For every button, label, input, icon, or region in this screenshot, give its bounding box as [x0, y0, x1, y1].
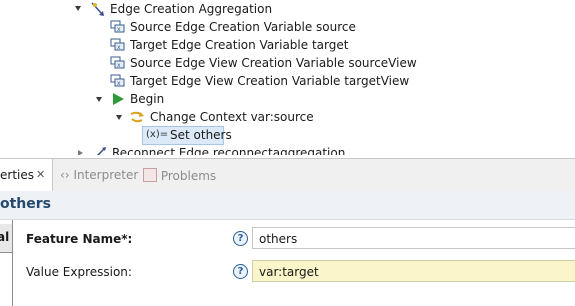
model-tree: Edge Creation Aggregation x Source Edge …: [0, 0, 575, 155]
tree-item-variable[interactable]: x Source Edge Creation Variable source: [0, 18, 575, 36]
tree-item-label: Source Edge Creation Variable source: [130, 20, 356, 34]
tree-item-label: Target Edge View Creation Variable targe…: [130, 74, 410, 88]
tree-item-label: Target Edge Creation Variable target: [130, 38, 349, 52]
tree-item-label: Edge Creation Aggregation: [110, 2, 273, 16]
expand-down-icon[interactable]: [96, 97, 102, 102]
tree-item-variable[interactable]: x Target Edge Creation Variable target: [0, 36, 575, 54]
help-icon[interactable]: ?: [233, 264, 248, 279]
tree-item-change-context[interactable]: Change Context var:source: [0, 108, 575, 126]
variable-icon: x: [110, 20, 126, 34]
category-tab-label: al: [0, 230, 10, 244]
tree-item-variable[interactable]: x Target Edge View Creation Variable tar…: [0, 72, 575, 90]
tree-item-label: Set others: [170, 128, 232, 142]
feature-name-label: Feature Name*:: [26, 232, 133, 246]
svg-text:x: x: [117, 44, 121, 51]
variable-icon: x: [110, 74, 126, 88]
variable-icon: x: [110, 56, 126, 70]
tree-item-reconnect-edge[interactable]: Reconnect Edge reconnectaggregation: [0, 144, 575, 155]
svg-text:x: x: [117, 80, 121, 87]
edge-creation-icon: [90, 2, 106, 16]
tree-item-label: Source Edge View Creation Variable sourc…: [130, 56, 417, 70]
problems-icon: [143, 168, 157, 182]
interpreter-icon: ‹›: [60, 168, 70, 182]
category-tab-general[interactable]: al: [0, 224, 12, 253]
change-context-icon: [129, 110, 145, 124]
tab-label: Interpreter: [73, 168, 139, 182]
close-icon[interactable]: ✕: [36, 168, 45, 181]
tab-properties[interactable]: erties ✕: [0, 159, 53, 192]
properties-title-bar: others: [0, 191, 575, 220]
tab-label: erties: [0, 168, 34, 182]
feature-name-field[interactable]: others: [252, 227, 575, 249]
reconnect-edge-icon: [93, 146, 109, 155]
expand-down-icon[interactable]: [116, 115, 122, 120]
begin-icon: [111, 92, 127, 106]
svg-text:x: x: [117, 26, 121, 33]
value-expression-field[interactable]: var:target: [252, 260, 575, 282]
page-title: others: [0, 196, 52, 212]
tab-problems[interactable]: Problems: [143, 168, 216, 183]
properties-category-list: al: [0, 220, 13, 306]
set-icon: (x)=: [146, 129, 169, 140]
properties-form: al Feature Name*: ? others Value Express…: [0, 220, 575, 306]
tree-item-variable[interactable]: x Source Edge View Creation Variable sou…: [0, 54, 575, 72]
tree-item-begin[interactable]: Begin: [0, 90, 575, 108]
expand-right-icon[interactable]: [78, 150, 83, 155]
value-expression-label: Value Expression:: [26, 265, 132, 279]
tree-item-edge-creation[interactable]: Edge Creation Aggregation: [0, 0, 575, 18]
tab-label: Problems: [160, 169, 217, 183]
svg-text:x: x: [117, 62, 121, 69]
view-tab-bar: erties ✕ ‹› Interpreter Problems: [0, 158, 575, 192]
tree-item-label: Change Context var:source: [150, 110, 314, 124]
tree-item-label: Reconnect Edge reconnectaggregation: [112, 146, 346, 155]
tree-item-set-others[interactable]: (x)= Set others: [0, 126, 575, 145]
variable-icon: x: [110, 38, 126, 52]
tree-item-label: Begin: [130, 92, 165, 106]
expand-down-icon[interactable]: [75, 6, 81, 11]
tab-interpreter[interactable]: ‹› Interpreter: [60, 168, 138, 182]
help-icon[interactable]: ?: [233, 231, 248, 246]
